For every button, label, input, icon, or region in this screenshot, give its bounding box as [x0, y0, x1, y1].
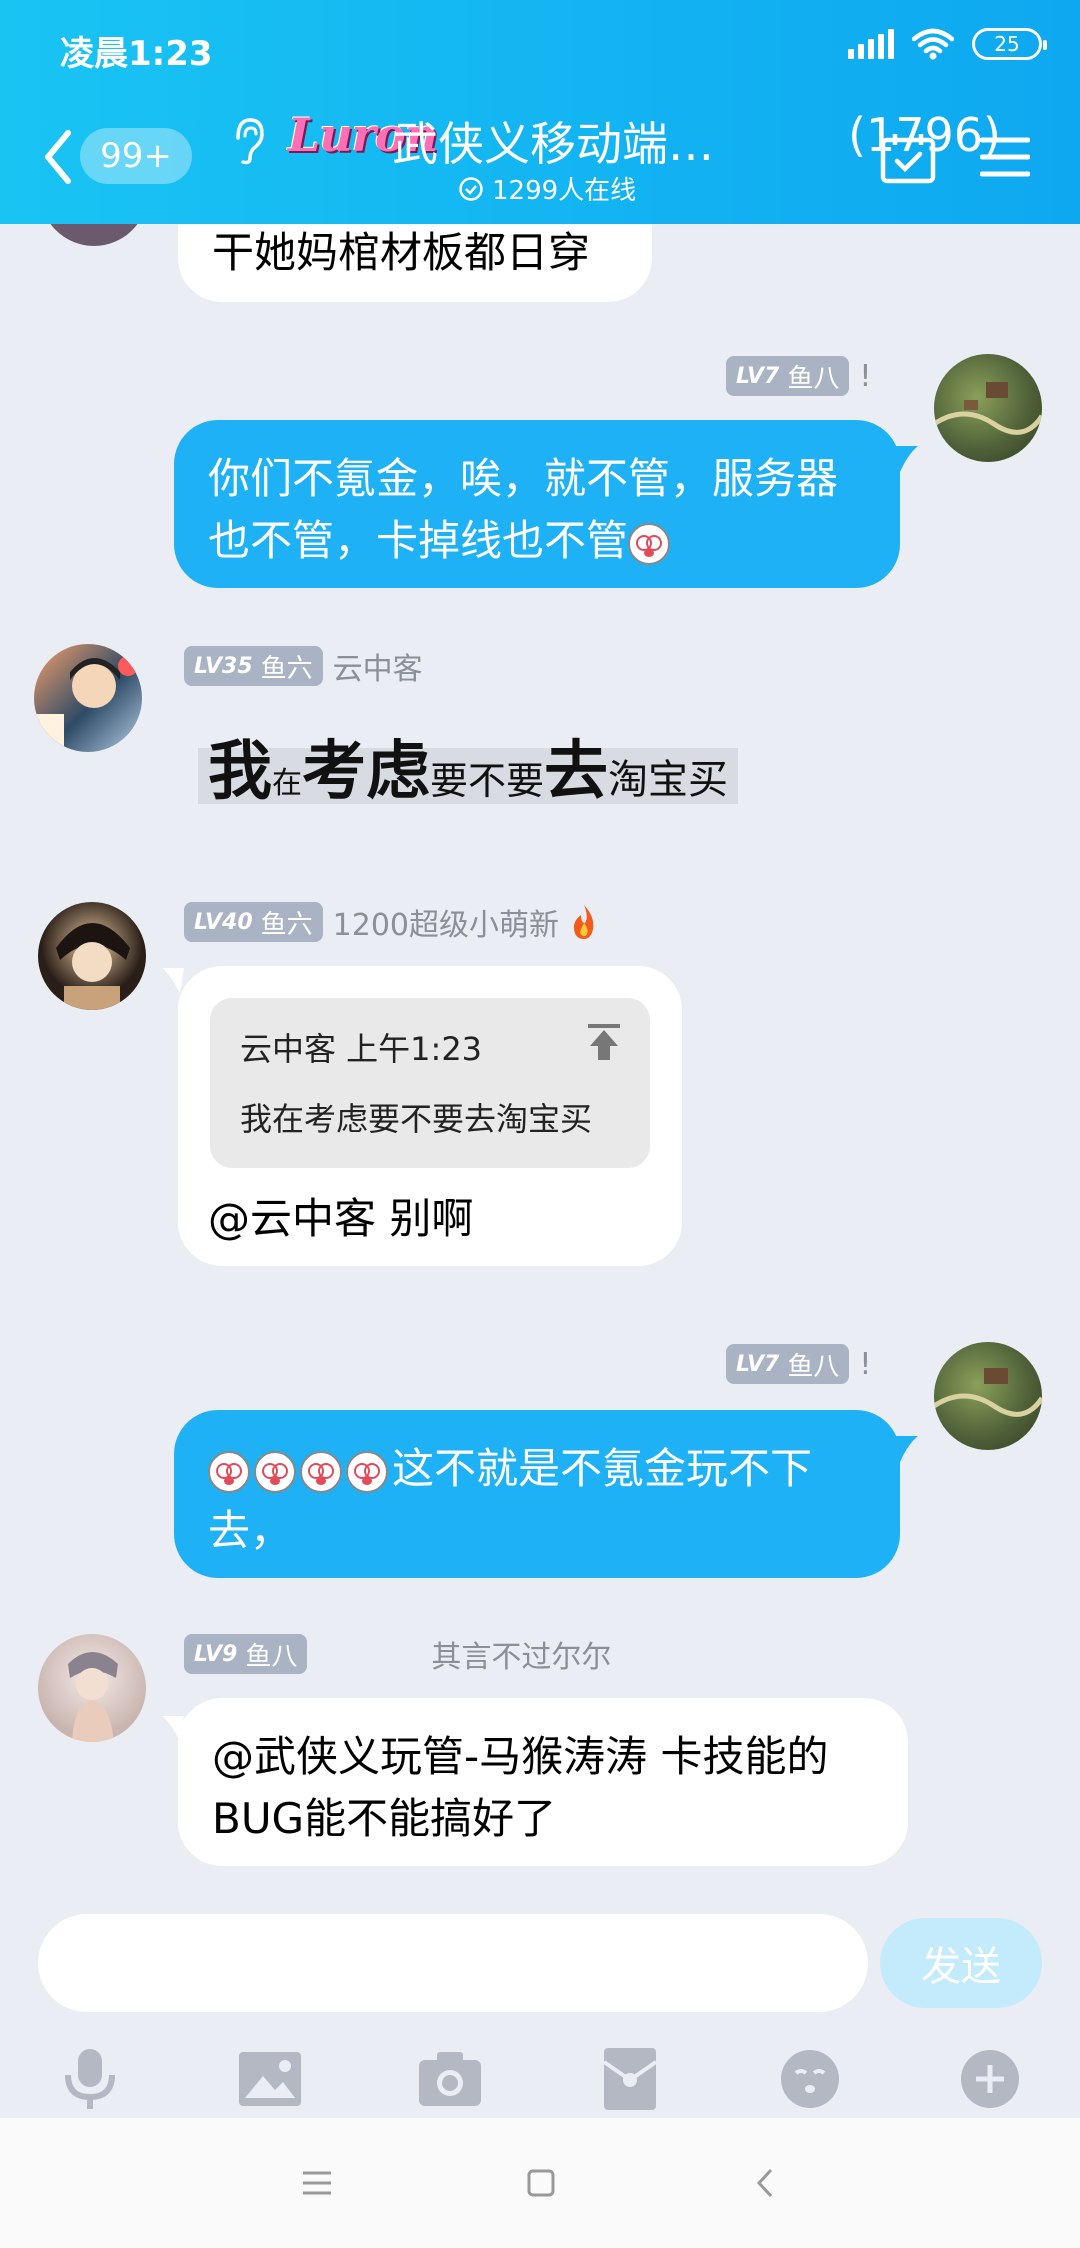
- red-packet-icon[interactable]: [595, 2044, 665, 2114]
- bubble-tail: [896, 446, 918, 472]
- sender-row: LV7 鱼八 !: [726, 356, 871, 396]
- image-icon[interactable]: [235, 2044, 305, 2114]
- fancy-text-part: 我: [208, 735, 272, 809]
- message-bubble[interactable]: 干她妈棺材板都日穿: [178, 224, 652, 302]
- status-icons: 25: [848, 28, 1047, 60]
- message-text: 你们不氪金，唉，就不管，服务器也不管，卡掉线也不管: [208, 454, 839, 565]
- fancy-text-part: 在: [272, 766, 302, 801]
- plus-icon[interactable]: [955, 2044, 1025, 2114]
- sender-row: LV40 鱼六 1200超级小萌新: [184, 900, 599, 944]
- sender-row: LV9 鱼八 其言不过尔尔: [184, 1632, 611, 1676]
- unread-count-badge[interactable]: 99+: [80, 128, 192, 184]
- camera-icon[interactable]: [415, 2044, 485, 2114]
- system-navigation-bar: [0, 2118, 1080, 2248]
- avatar-image: [934, 382, 1042, 435]
- fancy-text-part: 考虑: [302, 735, 430, 809]
- message-list[interactable]: 干她妈棺材板都日穿 LV7 鱼八 ! 你们不氪金，唉，就不管，服务器也不管，卡掉线…: [0, 224, 1080, 1914]
- fancy-text-part: 淘宝买: [608, 757, 729, 803]
- sender-row: LV7 鱼八 !: [726, 1344, 871, 1384]
- avatar[interactable]: [934, 354, 1042, 462]
- message-bubble[interactable]: 你们不氪金，唉，就不管，服务器也不管，卡掉线也不管: [174, 420, 900, 588]
- sticker-emoji-icon: [346, 1450, 388, 1493]
- level-badge: LV40 鱼六: [184, 902, 323, 942]
- menu-icon[interactable]: [980, 136, 1030, 178]
- online-status: 1299人在线: [458, 170, 636, 207]
- sender-name: 云中客: [332, 652, 423, 687]
- level-badge: LV9 鱼八: [184, 1634, 308, 1674]
- sender-name: !: [859, 358, 872, 394]
- avatar[interactable]: [934, 1342, 1042, 1450]
- quoted-message[interactable]: 云中客 上午1:23 我在考虑要不要去淘宝买: [210, 998, 650, 1168]
- quote-text: 我在考虑要不要去淘宝买: [240, 1100, 593, 1138]
- wifi-icon: [912, 28, 954, 60]
- message-bubble[interactable]: 这不就是不氪金玩不下去，: [174, 1410, 900, 1578]
- emoji-icon[interactable]: [775, 2044, 845, 2114]
- bubble-tail: [896, 1436, 918, 1462]
- online-count: 1299人在线: [492, 176, 637, 206]
- group-name[interactable]: 武侠义移动端…: [392, 108, 714, 174]
- message-text: @武侠义玩管-马猴涛涛 卡技能的BUG能不能搞好了: [212, 1732, 829, 1843]
- sender-name: 1200超级小萌新: [332, 908, 560, 943]
- message-text: 这不就是不氪金玩不下去，: [208, 1444, 813, 1555]
- battery-indicator: 25: [972, 28, 1047, 60]
- ear-icon[interactable]: [230, 116, 266, 166]
- home-square-icon[interactable]: [516, 2158, 566, 2208]
- avatar[interactable]: [40, 224, 148, 246]
- sender-row: LV35 鱼六 云中客: [184, 644, 423, 688]
- sticker-emoji-icon: [254, 1450, 296, 1493]
- avatar-image: [68, 1652, 118, 1742]
- sticker-emoji-icon: [300, 1450, 342, 1493]
- avatar[interactable]: [34, 644, 142, 752]
- avatar-image: [934, 1368, 1042, 1417]
- sender-name: 其言不过尔尔: [431, 1640, 612, 1675]
- quote-header: 云中客 上午1:23: [240, 1030, 483, 1068]
- avatar[interactable]: [38, 1634, 146, 1742]
- input-toolbar: [0, 2032, 1080, 2118]
- sticker-emoji-icon: [208, 1450, 250, 1493]
- avatar[interactable]: [38, 902, 146, 1010]
- sticker-emoji-icon: [628, 522, 671, 565]
- signal-icon: [848, 29, 894, 59]
- level-badge: LV7 鱼八: [726, 356, 850, 396]
- avatar-image: [56, 923, 130, 1010]
- level-badge: LV7 鱼八: [726, 1344, 850, 1384]
- fancy-text-part: 要不要: [430, 759, 545, 803]
- send-button[interactable]: 发送: [880, 1918, 1042, 2008]
- bubble-tail: [162, 1716, 184, 1742]
- level-badge: LV35 鱼六: [184, 646, 323, 686]
- message-text: @云中客 别啊: [208, 1194, 474, 1243]
- calendar-icon[interactable]: [880, 132, 936, 184]
- message-input[interactable]: [38, 1914, 868, 2012]
- back-icon[interactable]: [38, 125, 78, 189]
- input-area: 发送: [0, 1914, 1080, 2118]
- fancy-text-part: 去: [544, 735, 609, 809]
- bubble-tail: [162, 968, 184, 994]
- fire-icon: [573, 905, 594, 939]
- microphone-icon[interactable]: [55, 2044, 125, 2114]
- status-time: 凌晨1:23: [60, 34, 213, 74]
- avatar-image: [34, 656, 138, 752]
- online-check-icon: [459, 176, 483, 201]
- recents-menu-icon[interactable]: [292, 2158, 342, 2208]
- message-text: 干她妈棺材板都日穿: [212, 228, 591, 277]
- jump-to-top-icon[interactable]: [584, 1022, 624, 1062]
- fancy-text-message[interactable]: 我 在 考虑 要不要 去 淘宝买: [198, 740, 739, 804]
- sender-name: !: [859, 1346, 872, 1382]
- message-bubble[interactable]: @武侠义玩管-马猴涛涛 卡技能的BUG能不能搞好了: [178, 1698, 908, 1866]
- back-nav-icon[interactable]: [740, 2158, 790, 2208]
- chat-header: 凌晨1:23 25 99+ Luron 武侠义移动端… (1796) 1299人…: [0, 0, 1080, 224]
